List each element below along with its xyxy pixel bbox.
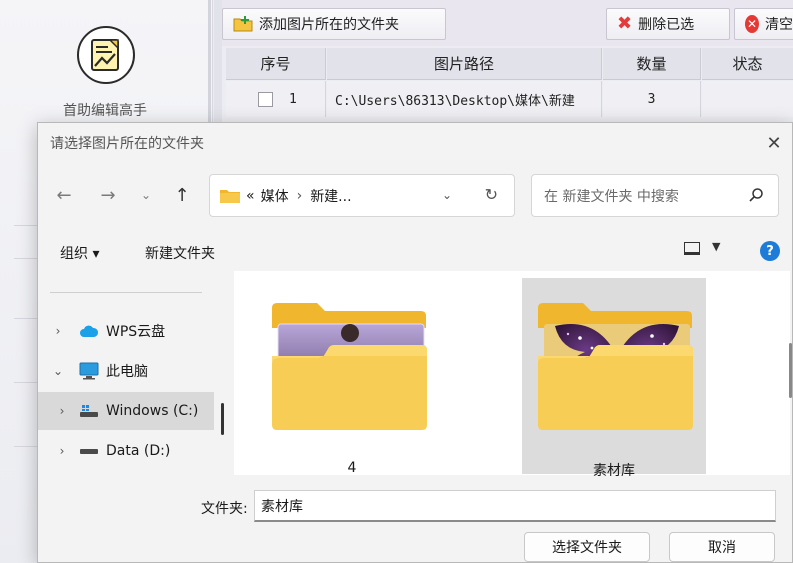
folder-with-photo-icon bbox=[538, 303, 693, 430]
tree-item-wps-cloud[interactable]: › WPS云盘 bbox=[38, 312, 214, 350]
organize-menu[interactable]: 组织 ▾ bbox=[60, 243, 99, 263]
dialog-footer: 文件夹: 选择文件夹 取消 bbox=[38, 476, 792, 562]
row-index: 1 bbox=[289, 91, 297, 107]
folder-add-icon bbox=[233, 16, 253, 32]
navigation-pane: › WPS云盘 ⌄ 此电脑 › Windows (C:) › Data (D:) bbox=[38, 271, 224, 476]
tree-item-label: 此电脑 bbox=[106, 364, 148, 380]
row-path[interactable]: C:\Users\86313\Desktop\媒体\新建 bbox=[327, 81, 602, 117]
folder-view-scrollbar[interactable] bbox=[789, 343, 792, 398]
row-status[interactable] bbox=[702, 81, 793, 117]
table-row-index-cell[interactable]: 1 bbox=[226, 81, 326, 117]
folder-name-input[interactable] bbox=[254, 490, 776, 522]
help-icon[interactable]: ? bbox=[760, 241, 780, 261]
folder-name: 4 bbox=[347, 460, 357, 476]
tree-item-label: WPS云盘 bbox=[106, 324, 166, 340]
chevron-down-icon[interactable]: ⌄ bbox=[38, 364, 78, 378]
app-logo-icon bbox=[77, 26, 135, 84]
cloud-icon bbox=[78, 322, 100, 340]
delete-selected-button[interactable]: ✖ 删除已选 bbox=[606, 8, 730, 40]
column-header-count[interactable]: 数量 bbox=[603, 48, 701, 80]
view-mode-chevron-down-icon[interactable]: ▼ bbox=[712, 240, 720, 253]
tree-item-label: Windows (C:) bbox=[106, 403, 199, 419]
folder-with-photo-icon bbox=[272, 303, 427, 430]
breadcrumb-item[interactable]: 新建... bbox=[310, 186, 351, 206]
column-header-status[interactable]: 状态 bbox=[702, 48, 793, 80]
chevron-right-icon[interactable]: › bbox=[38, 444, 78, 458]
tree-item-label: Data (D:) bbox=[106, 443, 171, 459]
search-box[interactable]: 在 新建文件夹 中搜索 bbox=[531, 174, 779, 217]
chevron-right-icon[interactable]: › bbox=[38, 404, 78, 418]
breadcrumb-item[interactable]: 媒体 bbox=[261, 186, 289, 206]
tree-item-data-d[interactable]: › Data (D:) bbox=[38, 432, 214, 470]
app-name: 首助编辑高手 bbox=[63, 103, 147, 119]
folder-field-label: 文件夹: bbox=[201, 501, 248, 517]
chevron-right-icon[interactable]: › bbox=[38, 324, 78, 338]
column-header-index[interactable]: 序号 bbox=[226, 48, 326, 80]
add-folder-button[interactable]: 添加图片所在的文件夹 bbox=[222, 8, 446, 40]
forward-arrow-icon[interactable]: → bbox=[96, 183, 120, 207]
row-count[interactable]: 3 bbox=[603, 81, 701, 117]
refresh-icon[interactable]: ↻ bbox=[485, 185, 498, 204]
folder-view: 4 素材库 bbox=[234, 271, 790, 479]
tree-item-this-pc[interactable]: ⌄ 此电脑 bbox=[38, 352, 214, 390]
delete-icon: ✖ bbox=[617, 13, 633, 34]
clear-button[interactable]: ✕ 清空 bbox=[734, 8, 793, 40]
add-folder-label: 添加图片所在的文件夹 bbox=[259, 17, 399, 33]
tree-item-windows-c[interactable]: › Windows (C:) bbox=[38, 392, 214, 430]
folder-picker-dialog: 请选择图片所在的文件夹 ✕ ← → ⌄ ↑ « 媒体 › 新建... ⌄ ↻ 在… bbox=[37, 122, 793, 563]
folder-tile[interactable]: 4 bbox=[260, 278, 444, 476]
new-folder-button[interactable]: 新建文件夹 bbox=[145, 243, 215, 263]
address-dropdown-chevron-icon[interactable]: ⌄ bbox=[442, 188, 452, 202]
breadcrumb-separator-icon: › bbox=[296, 187, 303, 204]
clear-label: 清空 bbox=[765, 17, 793, 33]
command-bar: 组织 ▾ 新建文件夹 bbox=[38, 233, 792, 271]
select-folder-button[interactable]: 选择文件夹 bbox=[524, 532, 650, 562]
back-arrow-icon[interactable]: ← bbox=[52, 183, 76, 207]
delete-selected-label: 删除已选 bbox=[638, 17, 695, 33]
view-mode-icon[interactable] bbox=[684, 242, 700, 255]
up-arrow-icon[interactable]: ↑ bbox=[170, 183, 194, 207]
dialog-title: 请选择图片所在的文件夹 bbox=[50, 136, 204, 152]
recent-chevron-down-icon[interactable]: ⌄ bbox=[134, 183, 158, 207]
search-icon[interactable] bbox=[748, 187, 764, 203]
clear-icon: ✕ bbox=[745, 15, 759, 33]
folder-tile-selected[interactable]: 素材库 bbox=[522, 278, 706, 479]
computer-icon bbox=[78, 362, 100, 380]
app-toolbar: 添加图片所在的文件夹 ✖ 删除已选 ✕ 清空 bbox=[222, 0, 793, 46]
drive-icon bbox=[78, 442, 100, 460]
search-placeholder: 在 新建文件夹 中搜索 bbox=[544, 188, 679, 205]
cancel-button[interactable]: 取消 bbox=[669, 532, 775, 562]
row-checkbox[interactable] bbox=[258, 91, 273, 107]
address-bar[interactable]: « 媒体 › 新建... ⌄ ↻ bbox=[209, 174, 515, 217]
column-header-path[interactable]: 图片路径 bbox=[327, 48, 602, 80]
windows-drive-icon bbox=[78, 402, 100, 420]
folder-icon bbox=[220, 190, 240, 203]
close-icon[interactable]: ✕ bbox=[762, 131, 786, 155]
address-prefix: « bbox=[246, 187, 255, 204]
nav-divider bbox=[50, 292, 202, 293]
nav-pane-splitter[interactable] bbox=[221, 403, 224, 435]
